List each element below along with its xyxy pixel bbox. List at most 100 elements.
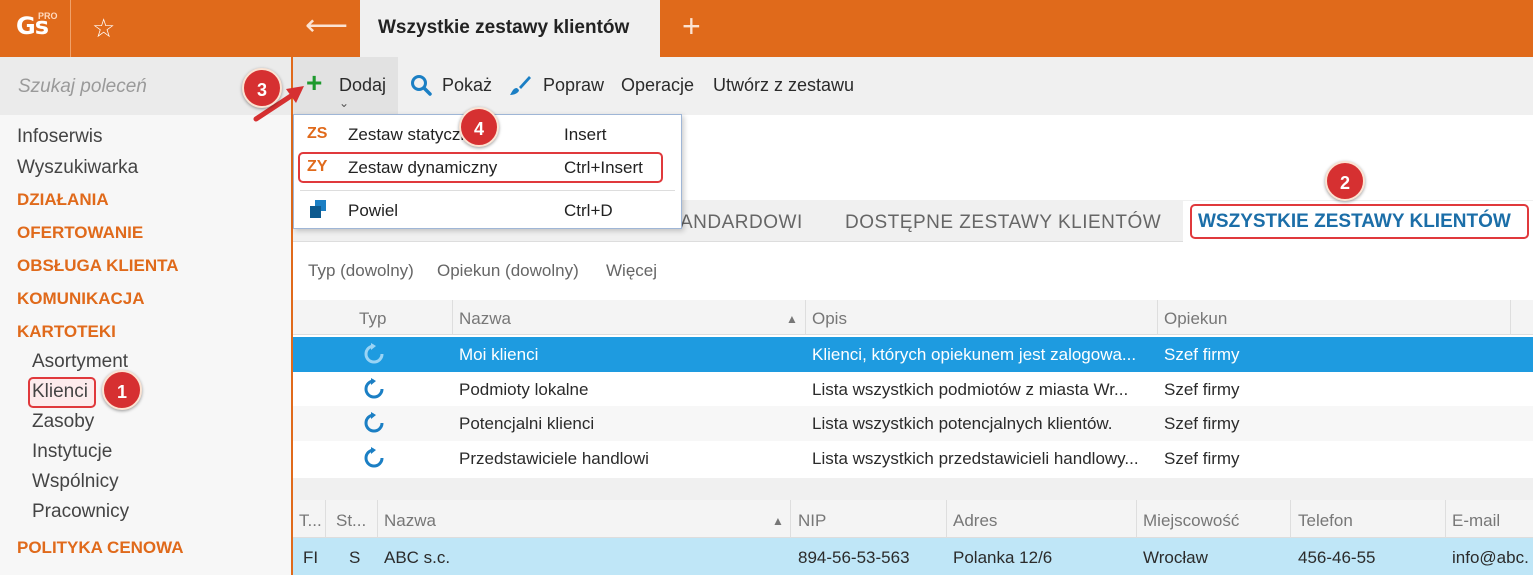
- sidebar-item-wyszukiwarka[interactable]: Wyszukiwarka: [17, 157, 138, 179]
- column-header-type[interactable]: Typ: [359, 309, 386, 329]
- filter-owner[interactable]: Opiekun (dowolny): [437, 261, 579, 281]
- column-header-st[interactable]: St...: [336, 511, 366, 531]
- cell-email: info@abc.: [1452, 548, 1529, 567]
- annotation-badge-1: 1: [102, 370, 142, 410]
- cell-name: Moi klienci: [459, 345, 539, 364]
- tab-standard[interactable]: ANDARDOWI: [680, 212, 803, 234]
- sidebar-category-polityka-cenowa[interactable]: POLITYKA CENOWA: [17, 538, 184, 558]
- menu-item-duplicate[interactable]: Powiel: [348, 201, 398, 221]
- cell-nip: 894-56-53-563: [798, 548, 910, 567]
- add-button-label: Dodaj: [339, 75, 387, 95]
- column-separator: [325, 500, 326, 538]
- menu-shortcut: Ctrl+D: [564, 201, 613, 220]
- cell-owner: Szef firmy: [1164, 449, 1240, 468]
- column-header-t[interactable]: T...: [299, 511, 322, 531]
- sidebar-item-klienci[interactable]: Klienci: [32, 381, 88, 403]
- column-header-nip[interactable]: NIP: [798, 511, 826, 531]
- new-tab-plus-icon[interactable]: +: [682, 8, 701, 45]
- table-row[interactable]: Moi klienci Klienci, których opiekunem j…: [293, 337, 1533, 372]
- cell-owner: Szef firmy: [1164, 414, 1240, 433]
- column-header-address[interactable]: Adres: [953, 511, 997, 531]
- back-arrow-icon[interactable]: ⟵: [305, 8, 348, 43]
- cell-name: Potencjalni klienci: [459, 414, 595, 433]
- column-header-owner[interactable]: Opiekun: [1164, 309, 1227, 329]
- column-header-name[interactable]: Nazwa: [384, 511, 436, 531]
- create-from-set-button[interactable]: Utwórz z zestawu: [713, 75, 854, 96]
- dynamic-set-icon: [364, 343, 384, 364]
- cell-desc: Lista wszystkich przedstawicieli handlow…: [812, 449, 1139, 468]
- cell-t: FI: [303, 548, 319, 567]
- sidebar-category-kartoteki[interactable]: KARTOTEKI: [17, 322, 116, 342]
- tab-all-sets[interactable]: WSZYSTKIE ZESTAWY KLIENTÓW: [1198, 211, 1511, 233]
- column-separator: [1157, 300, 1158, 335]
- app-logo[interactable]: Gs PRO: [0, 0, 70, 57]
- cell-desc: Lista wszystkich potencjalnych klientów.: [812, 414, 1113, 433]
- operations-button[interactable]: Operacje: [621, 75, 694, 96]
- sidebar-category-ofertowanie[interactable]: OFERTOWANIE: [17, 223, 143, 243]
- column-header-desc[interactable]: Opis: [812, 309, 847, 329]
- filter-type[interactable]: Typ (dowolny): [308, 261, 414, 281]
- sidebar-item-instytucje[interactable]: Instytucje: [32, 441, 112, 463]
- cell-desc: Klienci, których opiekunem jest zalogowa…: [812, 345, 1137, 364]
- table-row[interactable]: FI S ABC s.c. 894-56-53-563 Polanka 12/6…: [293, 538, 1533, 575]
- cell-name: Przedstawiciele handlowi: [459, 449, 649, 468]
- grid-splitter[interactable]: [293, 478, 1533, 500]
- show-button[interactable]: Pokaż: [442, 75, 492, 96]
- column-separator: [1510, 300, 1511, 335]
- sort-asc-icon: ▲: [786, 312, 798, 326]
- chevron-down-icon[interactable]: ⌄: [339, 96, 349, 110]
- column-header-email[interactable]: E-mail: [1452, 511, 1500, 531]
- cell-name: Podmioty lokalne: [459, 380, 589, 399]
- dynamic-set-menu-icon: ZY: [307, 158, 328, 175]
- tab-active[interactable]: Wszystkie zestawy klientów: [360, 0, 660, 57]
- search-placeholder: Szukaj poleceń: [18, 76, 147, 97]
- cell-city: Wrocław: [1143, 548, 1208, 567]
- cell-phone: 456-46-55: [1298, 548, 1376, 567]
- edit-button[interactable]: Popraw: [543, 75, 604, 96]
- sidebar-item-zasoby[interactable]: Zasoby: [32, 411, 94, 433]
- topbar-divider: [70, 0, 71, 57]
- column-header-name[interactable]: Nazwa: [459, 309, 511, 329]
- dynamic-set-icon: [364, 378, 384, 399]
- sidebar-item-asortyment[interactable]: Asortyment: [32, 351, 128, 373]
- cell-owner: Szef firmy: [1164, 380, 1240, 399]
- sidebar-item-pracownicy[interactable]: Pracownicy: [32, 501, 129, 523]
- sidebar-item-infoserwis[interactable]: Infoserwis: [17, 126, 103, 148]
- favorite-star-icon[interactable]: ☆: [92, 13, 115, 44]
- sidebar-category-dzialania[interactable]: DZIAŁANIA: [17, 190, 109, 210]
- top-bar: [0, 0, 1533, 57]
- table-row[interactable]: Potencjalni klienci Lista wszystkich pot…: [293, 406, 1533, 441]
- column-separator: [946, 500, 947, 538]
- sidebar-category-obsluga-klienta[interactable]: OBSŁUGA KLIENTA: [17, 256, 179, 276]
- column-separator: [452, 300, 453, 335]
- annotation-badge-4: 4: [459, 107, 499, 147]
- sidebar-category-komunikacja[interactable]: KOMUNIKACJA: [17, 289, 145, 309]
- sidebar-item-wspolnicy[interactable]: Wspólnicy: [32, 471, 119, 493]
- column-separator: [377, 500, 378, 538]
- cell-address: Polanka 12/6: [953, 548, 1053, 567]
- tab-active-label: Wszystkie zestawy klientów: [378, 17, 630, 38]
- sort-asc-icon: ▲: [772, 514, 784, 528]
- menu-item-dynamic-set[interactable]: Zestaw dynamiczny: [348, 158, 497, 178]
- column-separator: [1136, 500, 1137, 538]
- column-header-city[interactable]: Miejscowość: [1143, 511, 1239, 531]
- column-separator: [805, 300, 806, 335]
- filter-more[interactable]: Więcej: [606, 261, 657, 281]
- column-separator: [1445, 500, 1446, 538]
- brush-icon: [510, 76, 531, 95]
- cell-st: S: [349, 548, 361, 567]
- column-separator: [1290, 500, 1291, 538]
- logo-badge: PRO: [38, 11, 58, 21]
- search-icon: [411, 75, 432, 96]
- column-header-phone[interactable]: Telefon: [1298, 511, 1353, 531]
- static-set-icon: ZS: [307, 125, 328, 142]
- table-row[interactable]: Przedstawiciele handlowi Lista wszystkic…: [293, 441, 1533, 476]
- menu-shortcut: Insert: [564, 125, 607, 144]
- cell-desc: Lista wszystkich podmiotów z miasta Wr..…: [812, 380, 1129, 399]
- tab-available-sets[interactable]: DOSTĘPNE ZESTAWY KLIENTÓW: [845, 212, 1161, 234]
- table-row[interactable]: Podmioty lokalne Lista wszystkich podmio…: [293, 372, 1533, 407]
- cell-owner: Szef firmy: [1164, 345, 1240, 364]
- annotation-badge-2: 2: [1325, 161, 1365, 201]
- annotation-badge-3: 3: [242, 68, 282, 108]
- column-separator: [790, 500, 791, 538]
